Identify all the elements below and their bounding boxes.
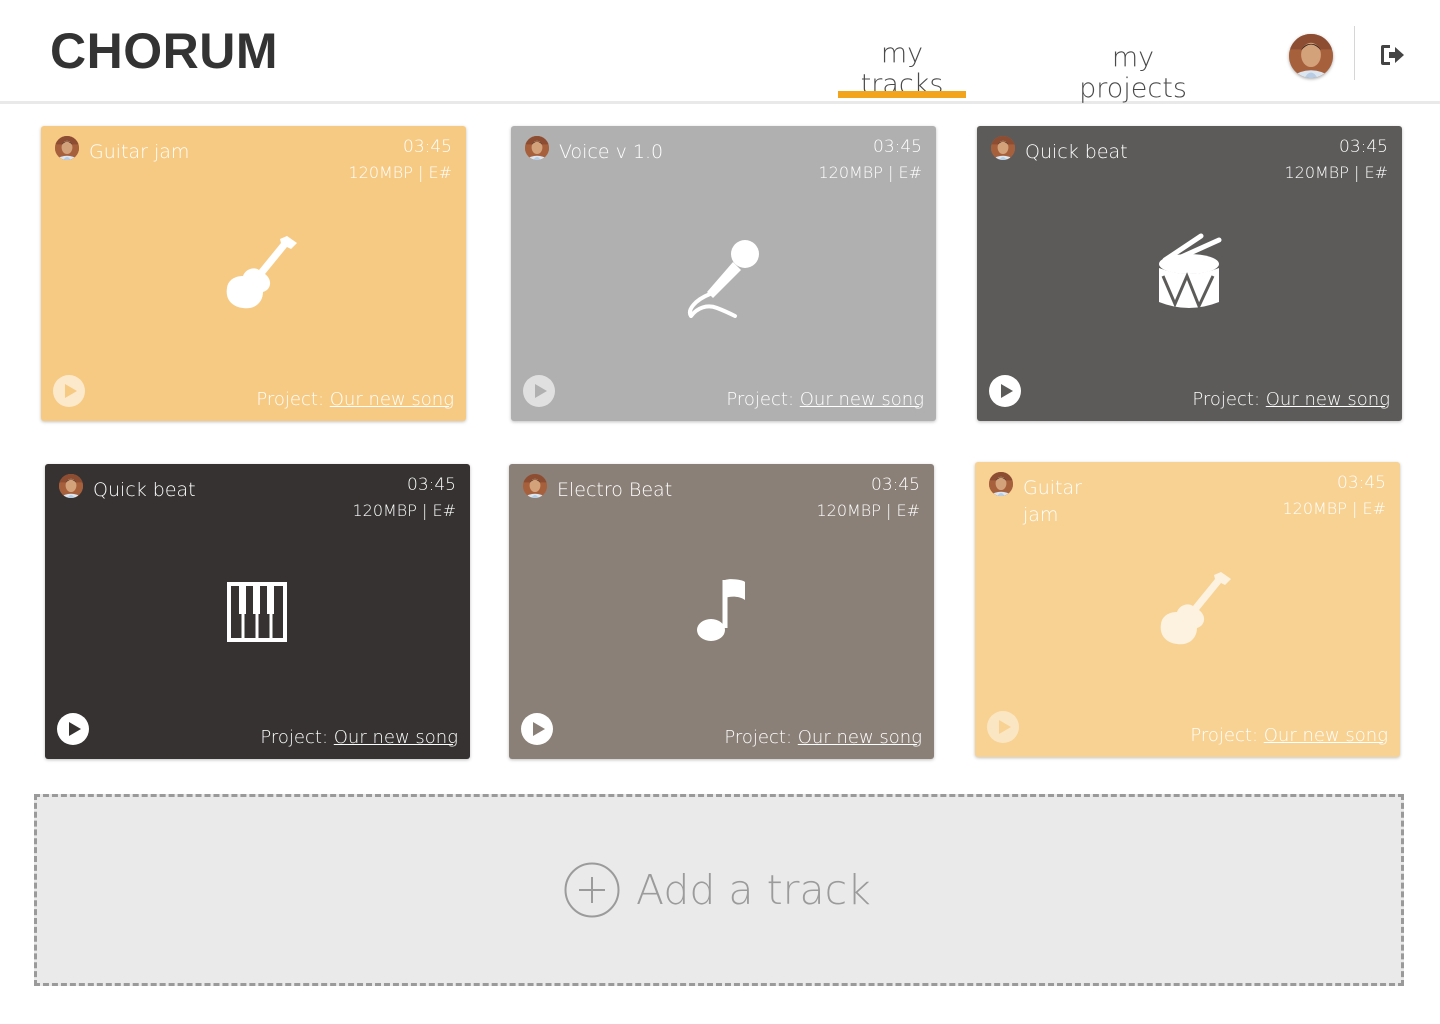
track-card[interactable]: Guitar jam 03:45 120MBP | E# Project: Ou… bbox=[975, 462, 1400, 757]
track-project: Project: Our new song bbox=[1190, 725, 1388, 746]
play-icon[interactable] bbox=[521, 713, 553, 745]
track-tempo-key: 120MBP | E# bbox=[1282, 499, 1386, 518]
track-duration: 03:45 bbox=[871, 475, 920, 495]
project-prefix: Project: bbox=[1192, 389, 1261, 410]
project-prefix: Project: bbox=[724, 727, 793, 748]
piano-keys-icon bbox=[207, 568, 307, 656]
track-title: Guitar jam bbox=[89, 141, 190, 163]
plus-circle-icon bbox=[564, 862, 620, 918]
track-project: Project: Our new song bbox=[256, 389, 454, 410]
track-duration: 03:45 bbox=[403, 137, 452, 157]
guitar-icon bbox=[1137, 566, 1237, 654]
avatar-image bbox=[1289, 34, 1333, 78]
owner-avatar bbox=[989, 472, 1013, 496]
add-track-label: Add a track bbox=[636, 866, 871, 914]
track-duration: 03:45 bbox=[873, 137, 922, 157]
owner-avatar bbox=[55, 136, 79, 160]
top-header: CHORUM my tracks my projects bbox=[0, 0, 1440, 104]
track-title: Quick beat bbox=[93, 479, 196, 501]
play-icon[interactable] bbox=[987, 711, 1019, 743]
music-note-icon bbox=[671, 568, 771, 656]
track-title: Guitar jam bbox=[1023, 477, 1082, 526]
track-duration: 03:45 bbox=[1337, 473, 1386, 493]
project-link[interactable]: Our new song bbox=[798, 727, 922, 748]
owner-avatar bbox=[59, 474, 83, 498]
microphone-icon bbox=[673, 230, 773, 318]
project-link[interactable]: Our new song bbox=[330, 389, 454, 410]
track-project: Project: Our new song bbox=[1192, 389, 1390, 410]
project-link[interactable]: Our new song bbox=[1264, 725, 1388, 746]
user-avatar[interactable] bbox=[1289, 34, 1333, 78]
tab-my-projects[interactable]: my projects bbox=[1054, 42, 1212, 104]
track-title: Voice v 1.0 bbox=[559, 141, 664, 163]
project-link[interactable]: Our new song bbox=[1266, 389, 1390, 410]
owner-avatar bbox=[523, 474, 547, 498]
header-divider bbox=[1354, 26, 1355, 80]
project-link[interactable]: Our new song bbox=[800, 389, 924, 410]
track-duration: 03:45 bbox=[407, 475, 456, 495]
track-card[interactable]: Guitar jam 03:45 120MBP | E# Project: Ou… bbox=[41, 126, 466, 421]
track-card[interactable]: Electro Beat 03:45 120MBP | E# Project: … bbox=[509, 464, 934, 759]
owner-avatar bbox=[991, 136, 1015, 160]
project-prefix: Project: bbox=[726, 389, 795, 410]
track-tempo-key: 120MBP | E# bbox=[1284, 163, 1388, 182]
track-card[interactable]: Quick beat 03:45 120MBP | E# Project: Ou… bbox=[977, 126, 1402, 421]
track-project: Project: Our new song bbox=[260, 727, 458, 748]
play-icon[interactable] bbox=[53, 375, 85, 407]
track-card[interactable]: Quick beat 03:45 120MBP | E# Project: Ou… bbox=[45, 464, 470, 759]
project-link[interactable]: Our new song bbox=[334, 727, 458, 748]
project-prefix: Project: bbox=[1190, 725, 1259, 746]
track-tempo-key: 120MBP | E# bbox=[818, 163, 922, 182]
track-tempo-key: 120MBP | E# bbox=[816, 501, 920, 520]
drum-icon bbox=[1139, 230, 1239, 318]
app-logo[interactable]: CHORUM bbox=[50, 22, 278, 80]
owner-avatar bbox=[525, 136, 549, 160]
track-card[interactable]: Voice v 1.0 03:45 120MBP | E# Project: O… bbox=[511, 126, 936, 421]
sign-out-icon[interactable] bbox=[1378, 41, 1406, 69]
project-prefix: Project: bbox=[260, 727, 329, 748]
track-tempo-key: 120MBP | E# bbox=[352, 501, 456, 520]
track-project: Project: Our new song bbox=[724, 727, 922, 748]
track-tempo-key: 120MBP | E# bbox=[348, 163, 452, 182]
track-project: Project: Our new song bbox=[726, 389, 924, 410]
add-track-dropzone[interactable]: Add a track bbox=[34, 794, 1404, 986]
play-icon[interactable] bbox=[523, 375, 555, 407]
active-tab-indicator bbox=[838, 91, 966, 98]
track-title: Electro Beat bbox=[557, 479, 673, 501]
add-track-content: Add a track bbox=[563, 861, 871, 919]
track-duration: 03:45 bbox=[1339, 137, 1388, 157]
play-icon[interactable] bbox=[57, 713, 89, 745]
play-icon[interactable] bbox=[989, 375, 1021, 407]
project-prefix: Project: bbox=[256, 389, 325, 410]
guitar-icon bbox=[203, 230, 303, 318]
track-title: Quick beat bbox=[1025, 141, 1128, 163]
